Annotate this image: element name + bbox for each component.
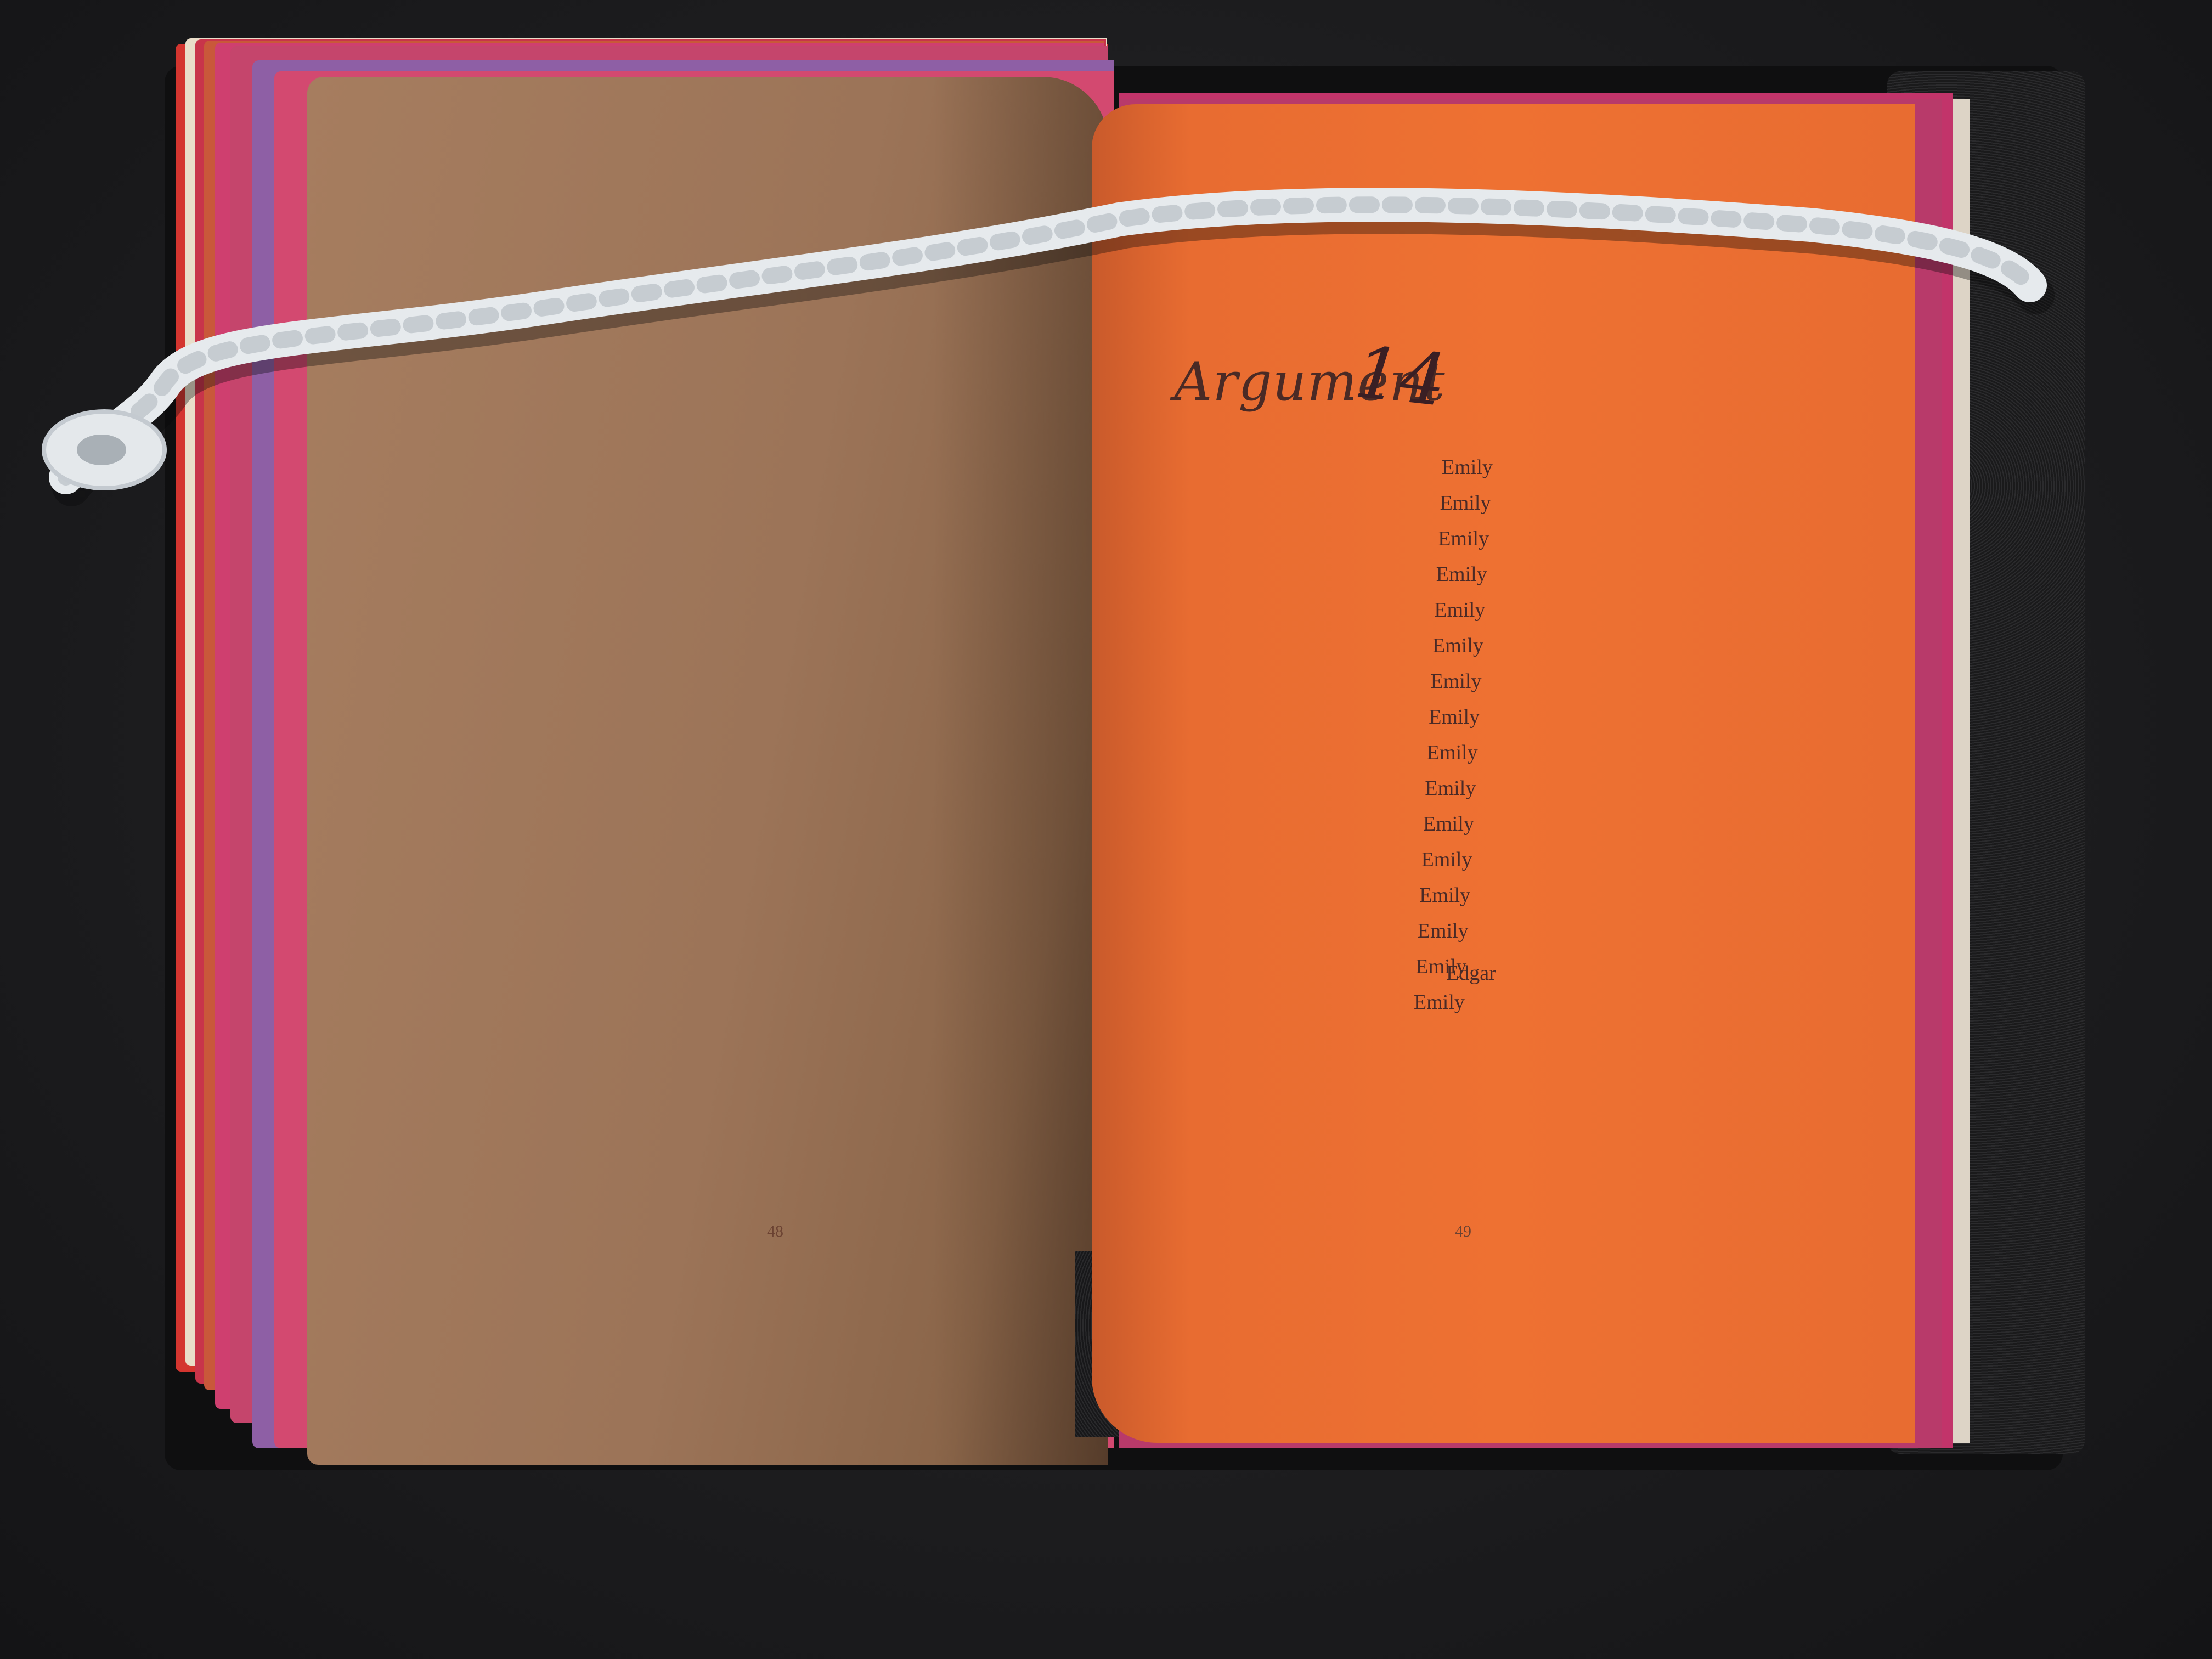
name-line: Emily <box>1419 884 1471 907</box>
name-line: Emily <box>1414 991 1465 1014</box>
name-line: Emily <box>1434 599 1486 622</box>
name-line: Emily <box>1438 527 1489 550</box>
right-page[interactable] <box>1092 104 1915 1443</box>
left-page-number: 48 <box>767 1222 783 1240</box>
right-page-number: 49 <box>1455 1222 1471 1240</box>
name-line: Emily <box>1421 848 1472 871</box>
cord-knot <box>42 409 167 490</box>
name-line: Emily <box>1429 706 1480 729</box>
name-line: Emily <box>1436 563 1487 586</box>
photo-scene: 48 Argument 14 Emily Emily Emily Emily Emily… <box>0 0 2212 1659</box>
name-line: Emily <box>1442 456 1493 479</box>
name-line: Emily <box>1426 741 1478 764</box>
handwritten-number: 14 <box>1351 330 1450 423</box>
name-line: Emily <box>1430 670 1482 693</box>
extra-word: Edgar <box>1446 962 1496 985</box>
name-line: Emily <box>1417 919 1469 943</box>
name-line: Emily <box>1432 634 1483 657</box>
name-line: Emily <box>1423 812 1474 836</box>
name-line: Emily <box>1440 492 1491 515</box>
name-line: Emily <box>1425 777 1476 800</box>
cord-knot-hole <box>77 435 126 465</box>
